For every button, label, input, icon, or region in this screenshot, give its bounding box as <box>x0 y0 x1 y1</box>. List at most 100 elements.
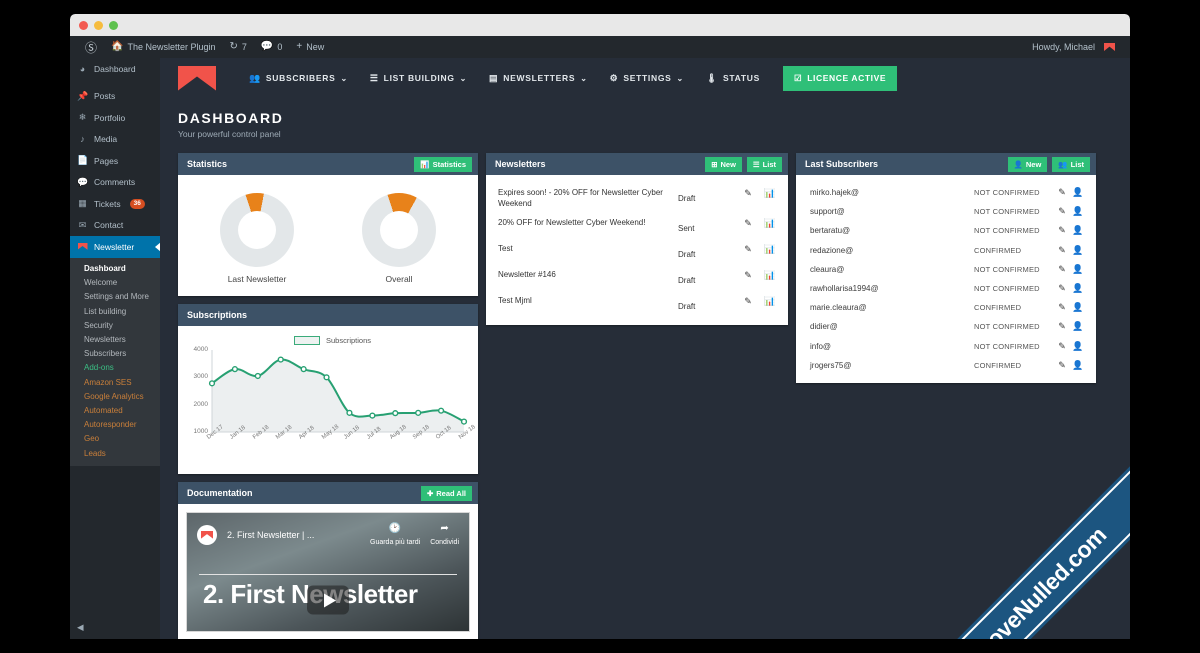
statistics-button[interactable]: 📊 Statistics <box>414 157 472 172</box>
submenu-item-list-building[interactable]: List building <box>70 304 160 318</box>
submenu-item-geo[interactable]: Geo <box>70 432 160 446</box>
sidebar-item-portfolio[interactable]: ❄ Portfolio <box>70 107 160 129</box>
comments-menu[interactable]: 💬 0 <box>254 42 289 52</box>
submenu-item-security[interactable]: Security <box>70 318 160 332</box>
submenu-item-subscribers[interactable]: Subscribers <box>70 347 160 361</box>
howdy-menu[interactable]: Howdy, Michael <box>1025 42 1122 52</box>
submenu-item-autoresponder[interactable]: Autoresponder <box>70 418 160 432</box>
newsletter-row[interactable]: Newsletter #146Draft✎📊 <box>494 265 780 291</box>
user-icon[interactable]: 👤 <box>1070 187 1086 198</box>
newsletters-list-button[interactable]: ☰ List <box>747 157 782 172</box>
nav-subscribers[interactable]: 👥 SUBSCRIBERS ⌄ <box>238 73 359 84</box>
bar-chart-icon[interactable]: 📊 <box>762 218 778 229</box>
pencil-icon[interactable]: ✎ <box>740 296 756 307</box>
updates-menu[interactable]: ↻ 7 <box>223 42 254 52</box>
user-plus-icon: 👤 <box>1014 160 1023 169</box>
pencil-icon[interactable]: ✎ <box>740 218 756 229</box>
new-subscriber-button[interactable]: 👤 New <box>1008 157 1048 172</box>
pencil-icon[interactable]: ✎ <box>1054 225 1070 236</box>
user-icon[interactable]: 👤 <box>1070 225 1086 236</box>
new-newsletter-button[interactable]: ⊞ New <box>705 157 742 172</box>
subscriber-row[interactable]: marie.cleaura@CONFIRMED✎👤 <box>804 298 1088 317</box>
sidebar-item-label: Pages <box>94 156 118 166</box>
submenu-item-settings-and-more[interactable]: Settings and More <box>70 290 160 304</box>
submenu-item-welcome[interactable]: Welcome <box>70 276 160 290</box>
maximize-window-button[interactable] <box>109 21 118 30</box>
documentation-video[interactable]: 2. First Newsletter | ... 🕑 Guarda più t… <box>186 512 470 632</box>
submenu-item-leads[interactable]: Leads <box>70 446 160 460</box>
user-icon[interactable]: 👤 <box>1070 341 1086 352</box>
pencil-icon[interactable]: ✎ <box>740 188 756 199</box>
share-button[interactable]: ➦ Condividi <box>430 521 459 548</box>
collapse-menu-button[interactable]: ◀ <box>77 622 84 633</box>
subscriber-row[interactable]: info@NOT CONFIRMED✎👤 <box>804 337 1088 356</box>
list-icon: ☰ <box>753 160 760 169</box>
nav-list-building[interactable]: ☰ LIST BUILDING ⌄ <box>359 73 478 84</box>
submenu-item-newsletters[interactable]: Newsletters <box>70 332 160 346</box>
wp-logo-menu[interactable]: Ⓢ <box>78 39 104 56</box>
pencil-icon[interactable]: ✎ <box>740 244 756 255</box>
user-icon[interactable]: 👤 <box>1070 206 1086 217</box>
subscribers-list-button[interactable]: 👥 List <box>1052 157 1090 172</box>
nav-status[interactable]: 🌡 STATUS <box>695 73 771 84</box>
submenu-item-dashboard[interactable]: Dashboard <box>70 262 160 276</box>
newsletter-row[interactable]: TestDraft✎📊 <box>494 239 780 265</box>
bar-chart-icon[interactable]: 📊 <box>762 296 778 307</box>
user-icon[interactable]: 👤 <box>1070 264 1086 275</box>
subscriber-status: NOT CONFIRMED <box>974 207 1054 216</box>
submenu-item-google-analytics[interactable]: Google Analytics <box>70 389 160 403</box>
pencil-icon[interactable]: ✎ <box>1054 360 1070 371</box>
bar-chart-icon[interactable]: 📊 <box>762 188 778 199</box>
sidebar-item-contact[interactable]: ✉ Contact <box>70 215 160 237</box>
subscriber-row[interactable]: rawhollarisa1994@NOT CONFIRMED✎👤 <box>804 279 1088 298</box>
bar-chart-icon[interactable]: 📊 <box>762 270 778 281</box>
play-icon[interactable] <box>307 586 349 615</box>
bar-chart-icon[interactable]: 📊 <box>762 244 778 255</box>
submenu-item-amazon-ses[interactable]: Amazon SES <box>70 375 160 389</box>
submenu-item-automated[interactable]: Automated <box>70 403 160 417</box>
pencil-icon[interactable]: ✎ <box>1054 264 1070 275</box>
newsletter-row[interactable]: Expires soon! - 20% OFF for Newsletter C… <box>494 183 780 213</box>
sidebar-item-pages[interactable]: 📄 Pages <box>70 150 160 172</box>
pencil-icon[interactable]: ✎ <box>1054 283 1070 294</box>
user-icon[interactable]: 👤 <box>1070 283 1086 294</box>
sidebar-item-dashboard[interactable]: ◕ Dashboard <box>70 58 160 80</box>
site-name-menu[interactable]: 🏠 The Newsletter Plugin <box>104 42 223 52</box>
sidebar-item-comments[interactable]: 💬 Comments <box>70 172 160 194</box>
pencil-icon[interactable]: ✎ <box>1054 245 1070 256</box>
user-icon[interactable]: 👤 <box>1070 360 1086 371</box>
subscriber-row[interactable]: cleaura@NOT CONFIRMED✎👤 <box>804 260 1088 279</box>
subscriber-row[interactable]: support@NOT CONFIRMED✎👤 <box>804 202 1088 221</box>
newsletter-row[interactable]: Test MjmlDraft✎📊 <box>494 291 780 317</box>
subscriber-row[interactable]: jrogers75@CONFIRMED✎👤 <box>804 356 1088 375</box>
subscriber-row[interactable]: didier@NOT CONFIRMED✎👤 <box>804 317 1088 336</box>
submenu-item-add-ons[interactable]: Add-ons <box>70 361 160 375</box>
sidebar-item-newsletter[interactable]: Newsletter <box>70 236 160 258</box>
user-icon[interactable]: 👤 <box>1070 245 1086 256</box>
sidebar-item-posts[interactable]: 📌 Posts <box>70 86 160 108</box>
sidebar-item-tickets[interactable]: ▦ Tickets 36 <box>70 193 160 215</box>
pencil-icon[interactable]: ✎ <box>1054 187 1070 198</box>
nav-newsletters[interactable]: ▤ NEWSLETTERS ⌄ <box>478 73 599 84</box>
subscriber-row[interactable]: mirko.hajek@NOT CONFIRMED✎👤 <box>804 183 1088 202</box>
close-window-button[interactable] <box>79 21 88 30</box>
read-all-button[interactable]: ✚ Read All <box>421 486 472 501</box>
subscriber-row[interactable]: bertaratu@NOT CONFIRMED✎👤 <box>804 221 1088 240</box>
sidebar-item-media[interactable]: ♪ Media <box>70 129 160 151</box>
pencil-icon[interactable]: ✎ <box>1054 302 1070 313</box>
pencil-icon[interactable]: ✎ <box>1054 341 1070 352</box>
newsletter-row[interactable]: 20% OFF for Newsletter Cyber Weekend!Sen… <box>494 213 780 239</box>
new-content-menu[interactable]: + New <box>289 42 331 52</box>
pencil-icon[interactable]: ✎ <box>1054 206 1070 217</box>
newsletter-subject: Expires soon! - 20% OFF for Newsletter C… <box>498 188 672 210</box>
subscriber-row[interactable]: redazione@CONFIRMED✎👤 <box>804 241 1088 260</box>
licence-active-button[interactable]: ☑ LICENCE ACTIVE <box>783 66 897 91</box>
watch-later-button[interactable]: 🕑 Guarda più tardi <box>370 521 420 548</box>
update-icon: ↻ <box>230 42 238 52</box>
minimize-window-button[interactable] <box>94 21 103 30</box>
user-icon[interactable]: 👤 <box>1070 302 1086 313</box>
pencil-icon[interactable]: ✎ <box>740 270 756 281</box>
pencil-icon[interactable]: ✎ <box>1054 321 1070 332</box>
user-icon[interactable]: 👤 <box>1070 321 1086 332</box>
nav-settings[interactable]: ⚙ SETTINGS ⌄ <box>599 73 695 84</box>
